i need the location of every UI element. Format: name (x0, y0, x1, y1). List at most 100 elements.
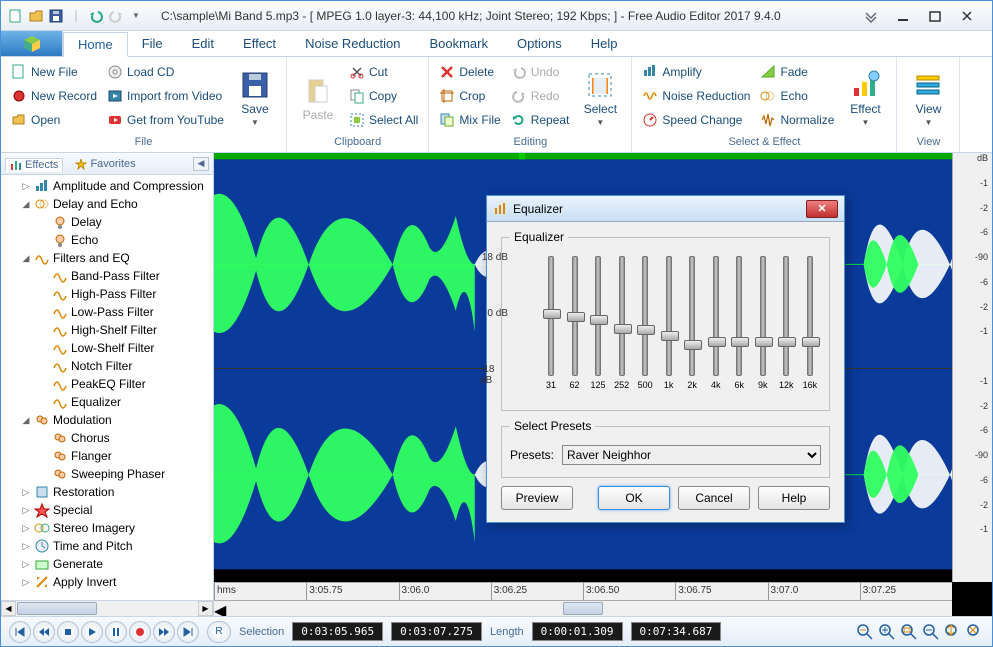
tree-node-generate[interactable]: ▷Generate (1, 555, 213, 573)
ok-button[interactable]: OK (598, 486, 670, 510)
qat-open-icon[interactable] (27, 7, 45, 25)
tree-node-delay[interactable]: Delay (1, 213, 213, 231)
get-youtube-button[interactable]: Get from YouTube (105, 109, 226, 131)
play-button[interactable] (81, 621, 103, 643)
tree-node-stereo-imagery[interactable]: ▷Stereo Imagery (1, 519, 213, 537)
cut-button[interactable]: Cut (347, 61, 420, 83)
tree-node-notch-filter[interactable]: Notch Filter (1, 357, 213, 375)
tab-home[interactable]: Home (63, 32, 128, 57)
sidebar-tab-effects[interactable]: Effects (5, 158, 63, 172)
zoom-in-icon[interactable] (878, 623, 896, 641)
eq-band-125[interactable]: 125 (587, 256, 609, 398)
eq-band-62[interactable]: 62 (564, 256, 586, 398)
stop-button[interactable] (57, 621, 79, 643)
eq-thumb[interactable] (708, 337, 726, 347)
open-button[interactable]: Open (9, 109, 99, 131)
forward-button[interactable] (153, 621, 175, 643)
cancel-button[interactable]: Cancel (678, 486, 750, 510)
tree-node-filters-and-eq[interactable]: ◢Filters and EQ (1, 249, 213, 267)
eq-thumb[interactable] (637, 325, 655, 335)
amplify-button[interactable]: Amplify (640, 61, 752, 83)
wavescroll-thumb[interactable] (563, 602, 603, 615)
tree-node-peakeq-filter[interactable]: PeakEQ Filter (1, 375, 213, 393)
qat-new-icon[interactable] (7, 7, 25, 25)
eq-thumb[interactable] (590, 315, 608, 325)
echo-button[interactable]: Echo (758, 85, 836, 107)
eq-band-9k[interactable]: 9k (752, 256, 774, 398)
expand-icon[interactable]: ▷ (21, 505, 31, 516)
eq-band-31[interactable]: 31 (540, 256, 562, 398)
new-file-button[interactable]: New File (9, 61, 99, 83)
tab-help[interactable]: Help (577, 31, 633, 56)
eq-thumb[interactable] (755, 337, 773, 347)
tab-bookmark[interactable]: Bookmark (415, 31, 503, 56)
tree-node-low-pass-filter[interactable]: Low-Pass Filter (1, 303, 213, 321)
eq-band-500[interactable]: 500 (634, 256, 656, 398)
tree-node-special[interactable]: ▷Special (1, 501, 213, 519)
eq-thumb[interactable] (802, 337, 820, 347)
zoom-out-icon[interactable] (922, 623, 940, 641)
tree-node-restoration[interactable]: ▷Restoration (1, 483, 213, 501)
noise-reduction-button[interactable]: Noise Reduction (640, 85, 752, 107)
scroll-right-icon[interactable]: ▶ (198, 601, 213, 616)
new-record-button[interactable]: New Record (9, 85, 99, 107)
qat-undo-icon[interactable] (87, 7, 105, 25)
undo-button[interactable]: Undo (509, 61, 572, 83)
pause-button[interactable] (105, 621, 127, 643)
tab-file[interactable]: File (128, 31, 178, 56)
eq-track[interactable] (619, 256, 625, 376)
scroll-left-icon[interactable]: ◀ (1, 601, 16, 616)
eq-band-16k[interactable]: 16k (799, 256, 821, 398)
delete-button[interactable]: Delete (437, 61, 502, 83)
sidebar-tab-favorites[interactable]: Favorites (71, 158, 139, 170)
zoom-vert-out-icon[interactable] (966, 623, 984, 641)
expand-icon[interactable]: ◢ (21, 199, 31, 210)
effect-big-button[interactable]: Effect▼ (842, 61, 888, 136)
repeat-button[interactable]: Repeat (509, 109, 572, 131)
tree-node-low-shelf-filter[interactable]: Low-Shelf Filter (1, 339, 213, 357)
preview-button[interactable]: Preview (501, 486, 573, 510)
tree-node-high-pass-filter[interactable]: High-Pass Filter (1, 285, 213, 303)
speed-change-button[interactable]: Speed Change (640, 109, 752, 131)
select-big-button[interactable]: Select▼ (577, 61, 623, 136)
mix-file-button[interactable]: Mix File (437, 109, 502, 131)
presets-dropdown[interactable]: Raver Neighhor (562, 445, 821, 465)
eq-track[interactable] (783, 256, 789, 376)
tab-noise-reduction[interactable]: Noise Reduction (291, 31, 415, 56)
eq-thumb[interactable] (567, 312, 585, 322)
eq-track[interactable] (736, 256, 742, 376)
ribbon-minimize-icon[interactable] (864, 9, 884, 23)
eq-band-6k[interactable]: 6k (728, 256, 750, 398)
expand-icon[interactable]: ▷ (21, 577, 31, 588)
time-ruler[interactable]: hms3:05.753:06.03:06.253:06.503:06.753:0… (214, 582, 952, 600)
tree-node-equalizer[interactable]: Equalizer (1, 393, 213, 411)
eq-track[interactable] (666, 256, 672, 376)
expand-icon[interactable]: ▷ (21, 181, 31, 192)
eq-track[interactable] (572, 256, 578, 376)
go-end-button[interactable] (177, 621, 199, 643)
tree-node-high-shelf-filter[interactable]: High-Shelf Filter (1, 321, 213, 339)
tab-edit[interactable]: Edit (178, 31, 229, 56)
qat-dropdown-icon[interactable]: ▼ (127, 7, 145, 25)
eq-band-4k[interactable]: 4k (705, 256, 727, 398)
loop-repeat-button[interactable]: R (207, 621, 231, 643)
eq-band-252[interactable]: 252 (611, 256, 633, 398)
tab-options[interactable]: Options (503, 31, 577, 56)
record-button[interactable] (129, 621, 151, 643)
eq-track[interactable] (713, 256, 719, 376)
dialog-titlebar[interactable]: Equalizer ✕ (487, 196, 844, 222)
eq-thumb[interactable] (731, 337, 749, 347)
paste-button[interactable]: Paste (295, 61, 341, 136)
eq-track[interactable] (689, 256, 695, 376)
eq-thumb[interactable] (614, 324, 632, 334)
sidebar-pin-icon[interactable]: ◀ (193, 157, 209, 171)
zoom-vert-in-icon[interactable] (944, 623, 962, 641)
go-start-button[interactable] (9, 621, 31, 643)
minimize-icon[interactable] (896, 9, 916, 23)
eq-thumb[interactable] (543, 309, 561, 319)
eq-thumb[interactable] (778, 337, 796, 347)
eq-thumb[interactable] (684, 340, 702, 350)
zoom-selection-icon[interactable] (856, 623, 874, 641)
eq-track[interactable] (595, 256, 601, 376)
qat-redo-icon[interactable] (107, 7, 125, 25)
